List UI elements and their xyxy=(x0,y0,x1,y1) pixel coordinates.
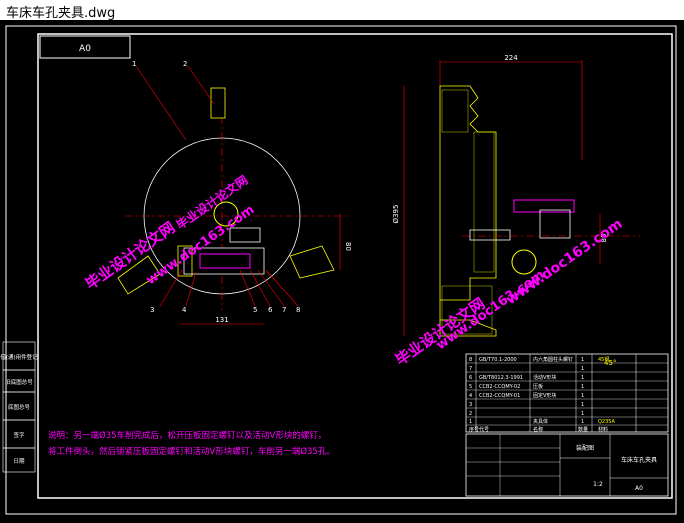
svg-text:GB/T8012.3-1991: GB/T8012.3-1991 xyxy=(479,375,523,381)
bore-side xyxy=(511,249,537,275)
svg-text:CCB2-CCQMY-02: CCB2-CCQMY-02 xyxy=(479,384,520,390)
note-line-2: 将工件倒头，然后锁紧压板固定螺钉和活动V形块螺钉，车削另一端Ø35孔。 xyxy=(48,446,335,457)
callout-6: 6 xyxy=(268,306,273,314)
dim-395: Ø395 xyxy=(392,205,400,224)
svg-text:1: 1 xyxy=(581,393,584,399)
svg-text:7: 7 xyxy=(469,366,472,372)
svg-text:名称: 名称 xyxy=(533,426,543,433)
svg-text:1: 1 xyxy=(581,366,584,372)
svg-text:1: 1 xyxy=(581,384,584,390)
svg-text:8: 8 xyxy=(469,357,472,363)
callout-7: 7 xyxy=(282,306,286,314)
svg-text:CCB2-CCQMY-01: CCB2-CCQMY-01 xyxy=(479,393,520,399)
title-block: 装配图 车床车孔夹具 A0 1:2 xyxy=(465,433,669,497)
svg-text:Q235A: Q235A xyxy=(598,419,615,425)
callout-1: 1 xyxy=(132,60,136,68)
svg-text:活动V形块: 活动V形块 xyxy=(533,374,556,381)
svg-text:1: 1 xyxy=(581,357,584,363)
sheet-size: A0 xyxy=(635,485,643,492)
callout-8: 8 xyxy=(296,306,300,314)
inner-frame xyxy=(37,33,673,499)
window-titlebar: 车床车孔夹具.dwg xyxy=(0,0,684,21)
sheet-label: A0 xyxy=(79,44,91,54)
drawing-type: 装配图 xyxy=(576,444,594,452)
cad-drawing: A0 1 2 3 4 5 6 7 8 131 80 224 Ø395 80 毕业… xyxy=(0,25,677,515)
svg-text:1: 1 xyxy=(581,402,584,408)
note-line-1: 说明：另一端Ø35车削完成后，松开压板固定螺钉以及活动V形块的螺钉， xyxy=(48,430,326,441)
callout-2: 2 xyxy=(183,60,187,68)
callout-5: 5 xyxy=(253,306,257,314)
svg-text:签字: 签字 xyxy=(13,431,25,439)
watermarks: 毕业设计论文网 www.doc163.com www.doc163.com 毕业… xyxy=(82,172,626,369)
svg-text:材料: 材料 xyxy=(598,426,608,433)
svg-text:固定V形块: 固定V形块 xyxy=(533,392,556,399)
svg-text:6: 6 xyxy=(469,375,472,381)
callout-3: 3 xyxy=(150,306,154,314)
svg-text:旧底图总号: 旧底图总号 xyxy=(5,378,33,386)
svg-text:代号: 代号 xyxy=(479,426,489,433)
bom-table: 8 GB/T70.1-2000 内六角圆柱头螺钉 1 45钢 7 1 6 GB/… xyxy=(465,353,669,433)
dim-131: 131 xyxy=(215,316,228,324)
part-name: 车床车孔夹具 xyxy=(621,456,657,464)
angle-45: 45° xyxy=(604,359,616,367)
svg-text:3: 3 xyxy=(469,402,472,408)
v-block-side xyxy=(539,209,571,239)
watermark-1: 毕业设计论文网 xyxy=(82,218,178,293)
svg-text:内六角圆柱头螺钉: 内六角圆柱头螺钉 xyxy=(533,356,573,363)
scale: 1:2 xyxy=(593,481,603,488)
svg-text:5: 5 xyxy=(469,384,472,390)
svg-text:1: 1 xyxy=(469,419,472,425)
svg-text:2: 2 xyxy=(469,411,472,417)
svg-text:夹具体: 夹具体 xyxy=(533,418,548,425)
svg-text:借(通)用件登记: 借(通)用件登记 xyxy=(0,353,38,361)
svg-text:底图总号: 底图总号 xyxy=(8,403,31,411)
svg-text:数量: 数量 xyxy=(578,426,588,433)
svg-text:序号: 序号 xyxy=(469,426,479,433)
svg-text:4: 4 xyxy=(469,393,472,399)
svg-text:GB/T70.1-2000: GB/T70.1-2000 xyxy=(479,357,517,363)
svg-text:1: 1 xyxy=(581,419,584,425)
dim-224: 224 xyxy=(504,54,518,62)
svg-text:压板: 压板 xyxy=(533,383,543,390)
arm-right xyxy=(289,245,335,279)
callout-4: 4 xyxy=(182,306,187,314)
svg-text:1: 1 xyxy=(581,375,584,381)
dim-80-left: 80 xyxy=(344,242,352,251)
svg-text:1: 1 xyxy=(581,411,584,417)
svg-text:日期: 日期 xyxy=(13,458,25,465)
window-title: 车床车孔夹具.dwg xyxy=(6,6,116,21)
cad-canvas[interactable]: A0 1 2 3 4 5 6 7 8 131 80 224 Ø395 80 毕业… xyxy=(0,20,684,519)
